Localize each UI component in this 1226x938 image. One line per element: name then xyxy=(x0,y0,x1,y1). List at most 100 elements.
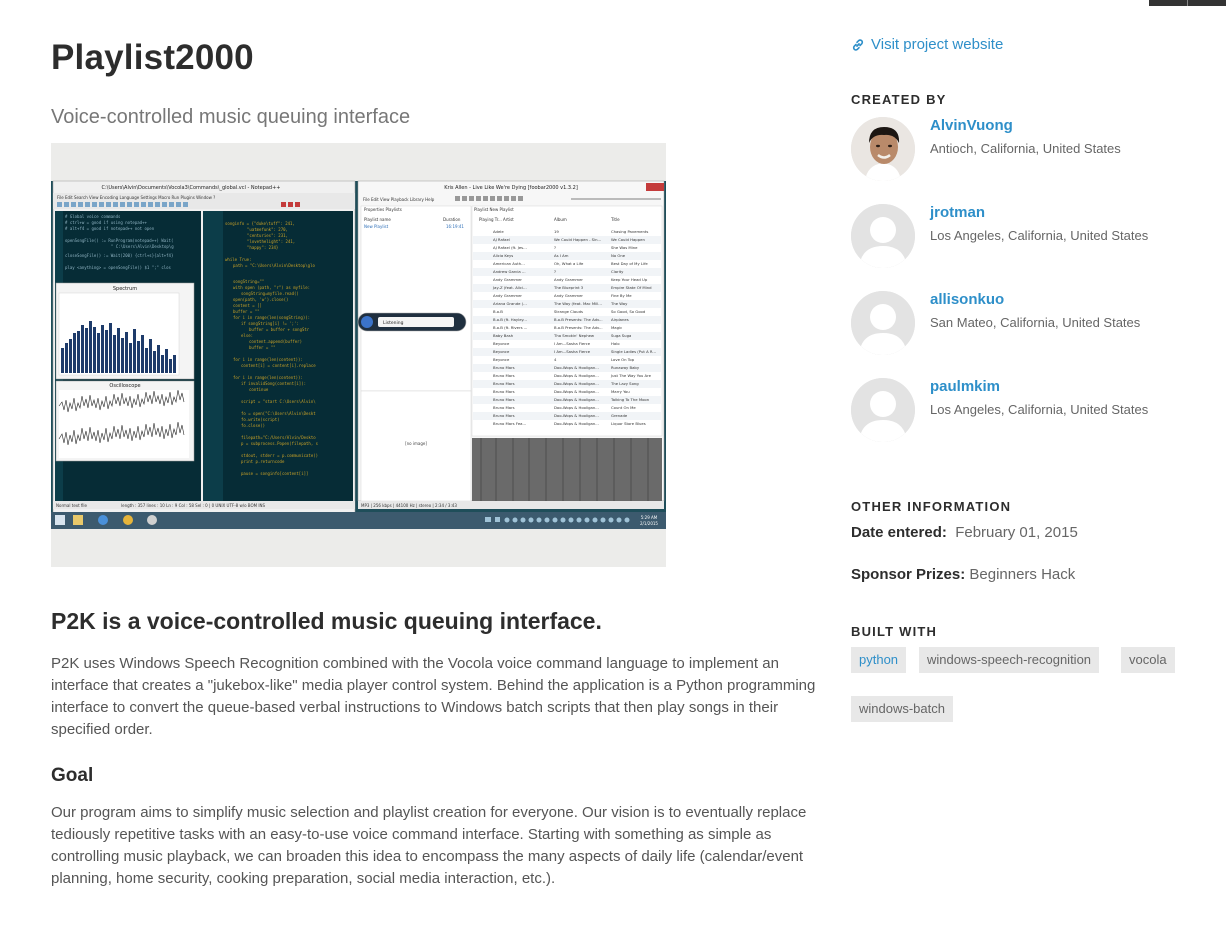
notepad-title: C:\Users\Alvin\Documents\Vocola3\Command… xyxy=(101,185,280,191)
track-artist: Bruno Mars xyxy=(493,405,515,410)
svg-text:continue: continue xyxy=(249,387,269,392)
svg-text:if invalidSong(content[i]):: if invalidSong(content[i]): xyxy=(241,381,306,386)
track-title: She Was Mine xyxy=(611,245,638,250)
track-title: Single Ladies (Put A R... xyxy=(611,349,656,354)
svg-text:Title: Title xyxy=(610,217,620,222)
track-album: B.o.B Presents: The Adv... xyxy=(554,325,603,330)
svg-text:with open (path, "r") as myfil: with open (path, "r") as myfile: xyxy=(233,285,310,290)
svg-text:"centuries": 231,: "centuries": 231, xyxy=(247,233,288,238)
created-by-heading: CREATED BY xyxy=(851,92,947,107)
default-avatar-icon[interactable] xyxy=(851,291,915,355)
track-title: So Good, So Good xyxy=(611,309,646,314)
taskbar-clock: 5:29 AM xyxy=(641,515,658,520)
track-title: Liquor Store Blues xyxy=(611,421,646,426)
track-artist: Bruno Mars xyxy=(493,381,515,386)
track-album: Tha Smokin' Nephew xyxy=(553,333,594,338)
no-image-label: [no image] xyxy=(405,441,427,446)
member-paulmkim[interactable]: paulmkim Los Angeles, California, United… xyxy=(851,378,1191,442)
notepad-status: Normal text file xyxy=(56,503,88,508)
svg-text:fo = open("C:\Users\Alvin\Desk: fo = open("C:\Users\Alvin\Deskt xyxy=(241,411,316,416)
track-artist: Alicia Keys xyxy=(493,253,513,258)
svg-text:# alt+f4 = good if notepad++ n: # alt+f4 = good if notepad++ not open xyxy=(65,226,155,231)
svg-text:"happy": 234}: "happy": 234} xyxy=(247,245,278,250)
listening-label: Listening xyxy=(383,320,404,326)
svg-text:p = subprocess.Popen(filepath,: p = subprocess.Popen(filepath, s xyxy=(241,441,319,446)
project-title: Playlist2000 xyxy=(51,38,254,77)
svg-text:songinfo = {"duke\tuff": 241,: songinfo = {"duke\tuff": 241, xyxy=(225,221,295,226)
track-artist: Adele xyxy=(493,229,504,234)
notepad-window: C:\Users\Alvin\Documents\Vocola3\Command… xyxy=(52,180,356,518)
playlist-duration: 16:19:41 xyxy=(446,224,464,229)
svg-text:Album: Album xyxy=(554,217,567,222)
default-avatar-icon[interactable] xyxy=(851,204,915,268)
svg-text:fo.close(): fo.close() xyxy=(241,423,265,428)
track-title: Marry You xyxy=(611,389,630,394)
track-artist: Bruno Mars Fea... xyxy=(493,421,526,426)
track-title: Magic xyxy=(611,325,622,330)
svg-text:if songString[i] != ';':: if songString[i] != ';': xyxy=(241,321,299,326)
other-info-heading: OTHER INFORMATION xyxy=(851,499,1012,514)
svg-text:Playlist name: Playlist name xyxy=(364,217,391,222)
foobar-status: MP3 | 256 kbps | 44100 Hz | stereo | 2:3… xyxy=(361,503,457,508)
svg-text:" C:\Users\Alvin\Desktop\g: " C:\Users\Alvin\Desktop\g xyxy=(111,244,174,249)
svg-text:"lovethelight": 241,: "lovethelight": 241, xyxy=(247,239,295,244)
tag-python[interactable]: python xyxy=(851,647,907,673)
track-album: Andy Grammer xyxy=(554,277,583,282)
tag-windows-batch[interactable]: windows-batch xyxy=(851,696,953,722)
svg-text:for i in range(len(content)):: for i in range(len(content)): xyxy=(233,375,303,380)
track-title: Love On Top xyxy=(611,357,635,362)
track-artist: B.o.B (ft. Rivers ... xyxy=(493,325,527,330)
svg-text:filepath="C:/Users/Alvin/Deskt: filepath="C:/Users/Alvin/Deskto xyxy=(241,435,316,440)
track-album: Doo-Wops & Hooligan... xyxy=(554,373,599,378)
tag-windows-speech-recognition[interactable]: windows-speech-recognition xyxy=(919,647,1100,673)
date-entered: Date entered: February 01, 2015 xyxy=(851,524,1078,541)
svg-text:content = []: content = [] xyxy=(233,303,262,308)
track-artist: AJ Rafael (ft. Jes... xyxy=(493,245,527,250)
svg-text:buffer = "": buffer = "" xyxy=(249,345,276,350)
track-title: We Could Happen xyxy=(611,237,645,242)
svg-text:fo.write(script): fo.write(script) xyxy=(241,417,280,422)
project-tagline: Voice-controlled music queuing interface xyxy=(51,106,411,128)
default-avatar-icon[interactable] xyxy=(851,378,915,442)
track-title: Suga Suga xyxy=(611,333,631,338)
sponsor-label: Sponsor Prizes: xyxy=(851,566,966,583)
project-screenshot[interactable]: C:\Users\Alvin\Documents\Vocola3\Command… xyxy=(51,143,666,567)
member-alvinvuong[interactable]: AlvinVuong Antioch, California, United S… xyxy=(851,117,1191,181)
member-location: Los Angeles, California, United States xyxy=(930,228,1149,243)
track-album: Doo-Wops & Hooligan... xyxy=(554,405,599,410)
track-artist: Andy Grammer xyxy=(493,293,522,298)
sponsor-prizes: Sponsor Prizes: Beginners Hack xyxy=(851,566,1075,583)
member-jrotman[interactable]: jrotman Los Angeles, California, United … xyxy=(851,204,1191,268)
avatar-photo[interactable] xyxy=(851,117,915,181)
svg-text:Properties Playlists: Properties Playlists xyxy=(364,207,402,212)
visit-project-label: Visit project website xyxy=(871,36,1004,53)
track-artist: Andy Grammer xyxy=(493,277,522,282)
track-artist: Bruno Mars xyxy=(493,389,515,394)
svg-text:songString="": songString="" xyxy=(233,279,264,284)
track-album: Doo-Wops & Hooligan... xyxy=(554,413,599,418)
track-album: ? xyxy=(554,269,556,274)
svg-text:Playlist New Playlist: Playlist New Playlist xyxy=(474,207,514,212)
track-album: Oh, What a Life xyxy=(554,261,584,266)
tag-vocola[interactable]: vocola xyxy=(1121,647,1175,673)
track-artist: B.o.B (ft. Hayley... xyxy=(493,317,527,322)
top-corner-bar xyxy=(1149,0,1226,6)
track-album: Doo-Wops & Hooligan... xyxy=(554,421,599,426)
foobar-window: Kris Allen - Live Like We're Dying [foob… xyxy=(357,180,665,509)
svg-text:buffer = buffer + songStr: buffer = buffer + songStr xyxy=(249,327,310,332)
track-album: As I Am xyxy=(554,253,569,258)
sponsor-value: Beginners Hack xyxy=(969,566,1076,583)
taskbar-date: 2/1/2015 xyxy=(640,521,658,526)
svg-text:File Edit Search View Enco: File Edit Search View Encoding Language … xyxy=(57,195,215,200)
svg-text:closeSongFile() := Wait(200) {: closeSongFile() := Wait(200) {ctrl+s}{al… xyxy=(65,253,173,258)
visit-project-link[interactable]: Visit project website xyxy=(851,36,1003,53)
member-name[interactable]: allisonkuo xyxy=(930,291,1004,308)
member-allisonkuo[interactable]: allisonkuo San Mateo, California, United… xyxy=(851,291,1191,355)
svg-text:content.append(buffer): content.append(buffer) xyxy=(249,339,302,344)
member-name[interactable]: AlvinVuong xyxy=(930,117,1013,134)
member-name[interactable]: paulmkim xyxy=(930,378,1000,395)
oscilloscope-label: Oscilloscope xyxy=(109,383,140,389)
member-name[interactable]: jrotman xyxy=(930,204,985,221)
goal-heading: Goal xyxy=(51,765,94,786)
date-value: February 01, 2015 xyxy=(955,524,1078,541)
